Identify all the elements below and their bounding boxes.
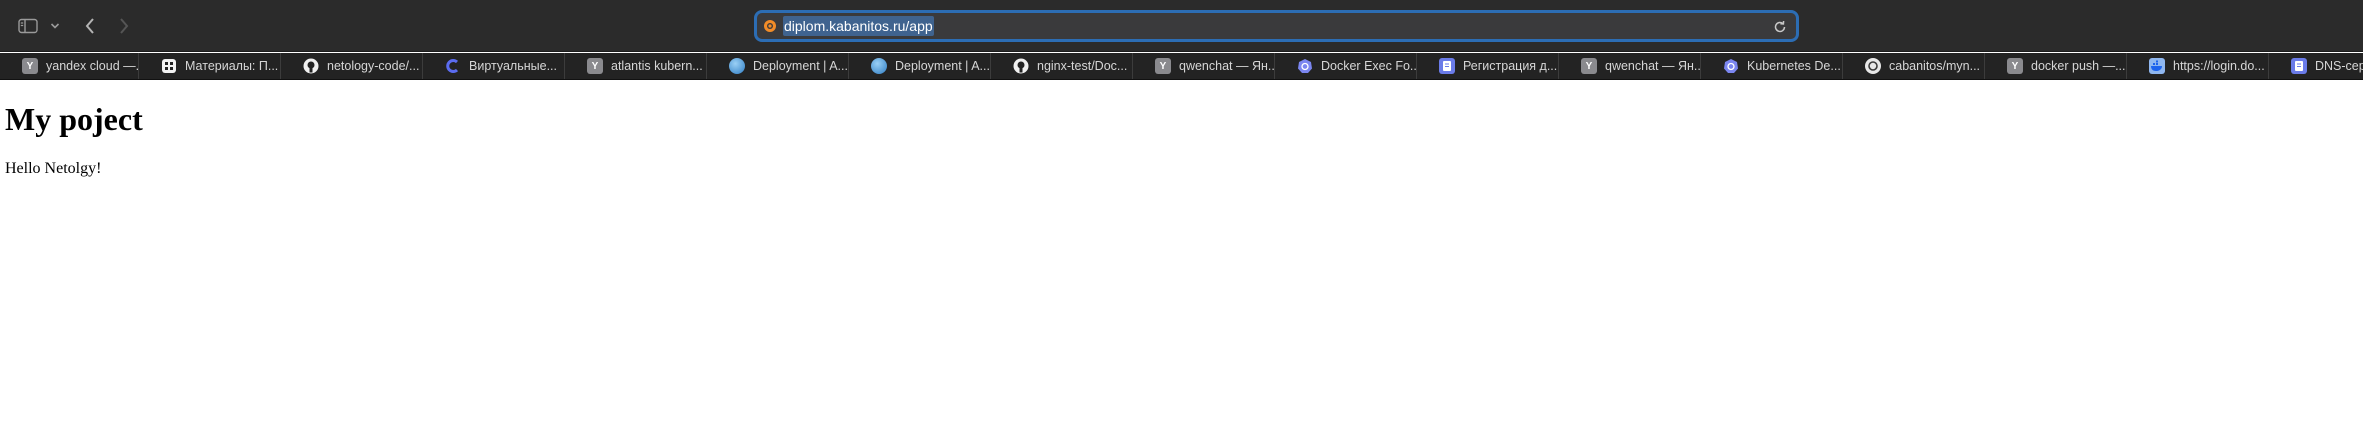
bookmark-item[interactable]: nginx-test/Doc... — [991, 53, 1133, 79]
bookmark-item[interactable]: Kubernetes De... — [1701, 53, 1843, 79]
bookmark-item[interactable]: cabanitos/myn... — [1843, 53, 1985, 79]
bookmark-item[interactable]: Y qwenchat — Ян... — [1559, 53, 1701, 79]
kubernetes-icon — [1723, 58, 1739, 74]
bookmark-item[interactable]: Материалы: П... — [139, 53, 281, 79]
address-bar[interactable]: diplom.kabanitos.ru/app — [754, 10, 1799, 42]
bookmark-item[interactable]: Y yandex cloud —... — [0, 53, 139, 79]
bookmark-item[interactable]: https://login.do... — [2127, 53, 2269, 79]
yandex-icon: Y — [1581, 58, 1597, 74]
bookmark-item[interactable]: Регистрация д... — [1417, 53, 1559, 79]
kubernetes-icon — [1297, 58, 1313, 74]
bookmark-item[interactable]: Deployment | A... — [849, 53, 991, 79]
bookmark-label: Deployment | A... — [895, 59, 990, 73]
bookmark-label: Материалы: П... — [185, 59, 279, 73]
forward-button[interactable] — [114, 12, 134, 40]
yandex-icon: Y — [587, 58, 603, 74]
yandex-icon: Y — [22, 58, 38, 74]
chevron-right-icon — [120, 18, 129, 34]
reload-button[interactable] — [1770, 17, 1790, 37]
github-icon — [303, 58, 319, 74]
document-icon — [1439, 58, 1455, 74]
document-icon — [2291, 58, 2307, 74]
bookmark-label: Kubernetes De... — [1747, 59, 1841, 73]
bookmark-item[interactable]: Y docker push —... — [1985, 53, 2127, 79]
bookmark-label: nginx-test/Doc... — [1037, 59, 1128, 73]
url-text[interactable]: diplom.kabanitos.ru/app — [783, 16, 934, 36]
bookmark-label: yandex cloud —... — [46, 59, 138, 73]
yandex-icon: Y — [1155, 58, 1171, 74]
bookmark-label: docker push —... — [2031, 59, 2126, 73]
bookmarks-bar: Y yandex cloud —... Материалы: П... neto… — [0, 53, 2363, 80]
page-text: Hello Netolgy! — [5, 160, 102, 177]
bookmark-item[interactable]: DNS-cep — [2269, 53, 2363, 79]
sidebar-toggle-button[interactable] — [16, 12, 40, 40]
browser-toolbar: diplom.kabanitos.ru/app — [0, 0, 2363, 52]
back-button[interactable] — [80, 12, 100, 40]
docker-icon — [2149, 58, 2165, 74]
bookmark-item[interactable]: Виртуальные... — [423, 53, 565, 79]
bookmark-label: qwenchat — Ян... — [1605, 59, 1700, 73]
bookmark-item[interactable]: netology-code/... — [281, 53, 423, 79]
site-favicon-icon — [761, 17, 779, 35]
sidebar-icon — [18, 18, 38, 34]
bookmark-label: DNS-cep — [2315, 59, 2363, 73]
bookmark-label: netology-code/... — [327, 59, 420, 73]
page-content: My poject Hello Netolgy! — [5, 100, 143, 178]
github-icon — [1013, 58, 1029, 74]
bookmark-label: qwenchat — Ян... — [1179, 59, 1274, 73]
chevron-left-icon — [85, 18, 94, 34]
materials-icon — [161, 58, 177, 74]
bookmark-item[interactable]: Y atlantis kubern... — [565, 53, 707, 79]
reload-icon — [1774, 20, 1786, 33]
tab-groups-dropdown-button[interactable] — [48, 12, 62, 40]
bookmark-item[interactable]: Docker Exec Fo... — [1275, 53, 1417, 79]
c-logo-icon — [445, 58, 461, 74]
bookmark-label: atlantis kubern... — [611, 59, 703, 73]
globe-icon — [871, 58, 887, 74]
bookmark-label: Docker Exec Fo... — [1321, 59, 1416, 73]
chevron-down-icon — [50, 23, 60, 29]
page-heading: My poject — [5, 101, 143, 137]
bookmark-item[interactable]: Deployment | A... — [707, 53, 849, 79]
bookmark-label: cabanitos/myn... — [1889, 59, 1981, 73]
yandex-icon: Y — [2007, 58, 2023, 74]
bookmark-label: https://login.do... — [2173, 59, 2265, 73]
bookmark-item[interactable]: Y qwenchat — Ян... — [1133, 53, 1275, 79]
globe-icon — [729, 58, 745, 74]
bookmark-label: Deployment | A... — [753, 59, 848, 73]
bookmark-label: Виртуальные... — [469, 59, 557, 73]
cabanitos-icon — [1865, 58, 1881, 74]
bookmark-label: Регистрация д... — [1463, 59, 1558, 73]
